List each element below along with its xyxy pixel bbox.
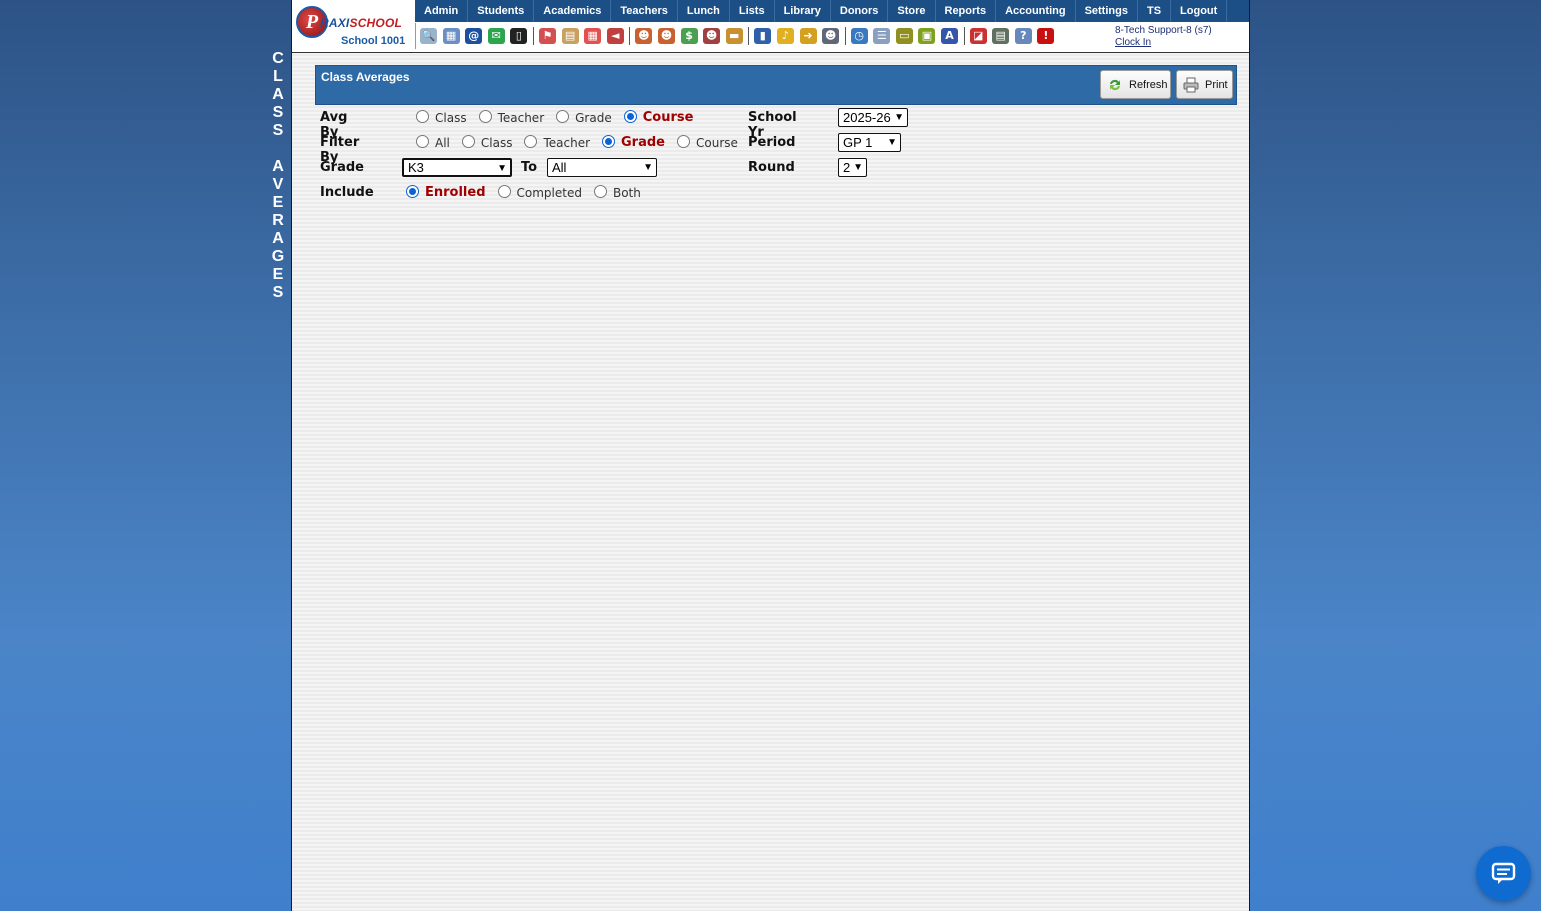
avg-by-course-radio[interactable] (623, 110, 637, 123)
grade-from-select[interactable]: K3 ▼ (402, 158, 512, 177)
toolbar-separator (748, 27, 750, 45)
nav-accounting[interactable]: Accounting (996, 0, 1076, 22)
arrow-icon[interactable]: ➜ (799, 28, 817, 44)
grade-label: Grade (320, 160, 364, 175)
nav-teachers[interactable]: Teachers (611, 0, 678, 22)
period-select[interactable]: GP 1 ▼ (838, 133, 901, 152)
nav-ts[interactable]: TS (1138, 0, 1172, 22)
phone-icon[interactable]: ▯ (510, 28, 528, 44)
avg-by-teacher-radio[interactable] (478, 110, 492, 123)
include-completed-radio[interactable] (497, 185, 511, 198)
clock-icon[interactable]: ◷ (850, 28, 868, 44)
nav-settings[interactable]: Settings (1076, 0, 1138, 22)
form-icon[interactable]: ▤ (561, 28, 579, 44)
nav-academics[interactable]: Academics (534, 0, 612, 22)
logo-wordmark: RAXISCHOOL (320, 16, 403, 30)
money-icon[interactable]: $ (680, 28, 698, 44)
main-nav: Admin Students Academics Teachers Lunch … (415, 0, 1249, 22)
nav-logout[interactable]: Logout (1171, 0, 1228, 22)
book-icon[interactable]: ▮ (754, 28, 772, 44)
user-name: 8-Tech Support-8 (s7) (1115, 25, 1212, 36)
filter-by-all-radio[interactable] (416, 135, 429, 148)
calendar-icon[interactable]: ▦ (584, 28, 602, 44)
user-info: 8-Tech Support-8 (s7) Clock In (1115, 25, 1212, 49)
grade-to-label: To (521, 160, 538, 175)
teacher-icon[interactable]: ☻ (657, 28, 675, 44)
nav-donors[interactable]: Donors (831, 0, 889, 22)
email-icon[interactable]: @ (465, 28, 483, 44)
toolbar-icons: 🔍 ▦ @ ✉ ▯ ⚑ ▤ ▦ ◄ ☻ ☻ $ ☻ ▬ ▮ ♪ ➜ ☻ ◷ ☰ ▭ ▣ A ◪ ▤?! (415, 23, 1115, 49)
list-icon[interactable]: ☰ (873, 28, 891, 44)
pdf-icon[interactable]: ◪ (969, 28, 987, 44)
round-select[interactable]: 2 ▼ (838, 158, 867, 177)
lunch-icon[interactable]: ▬ (725, 28, 743, 44)
filter-by-teacher-radio[interactable] (524, 135, 538, 148)
toolbar-separator (629, 27, 631, 45)
avg-by-grade-radio[interactable] (556, 110, 570, 123)
filter-by-class-radio[interactable] (461, 135, 475, 148)
calendar-grid-icon[interactable]: ▦ (442, 28, 460, 44)
refresh-icon (1107, 77, 1123, 93)
bookmark-icon[interactable]: ⚑ (538, 28, 556, 44)
cash-icon[interactable]: ▤ (992, 28, 1010, 44)
filter-by-grade-radio[interactable] (602, 135, 616, 148)
avg-by-class-radio[interactable] (416, 110, 429, 123)
section-title: Class Averages (321, 70, 410, 84)
school-yr-select[interactable]: 2025-26 ▼ (838, 108, 908, 127)
ap-icon[interactable]: A (941, 28, 959, 44)
filter-by-options: All Class Teacher Grade Course (412, 135, 746, 150)
megaphone-icon[interactable]: ◄ (606, 28, 624, 44)
toolbar-separator (963, 27, 965, 45)
nav-store[interactable]: Store (888, 0, 936, 22)
header: P RAXISCHOOL School 1001 Admin Students … (292, 0, 1249, 53)
include-label: Include (320, 185, 374, 200)
toolbar-separator (532, 27, 534, 45)
student-icon[interactable]: ☻ (635, 28, 653, 44)
school-name: School 1001 (341, 35, 406, 47)
search-icon[interactable]: 🔍 (420, 28, 437, 44)
nav-library[interactable]: Library (775, 0, 831, 22)
toolbar-separator (844, 27, 846, 45)
chat-widget-button[interactable] (1476, 846, 1531, 901)
round-label: Round (748, 160, 795, 175)
nav-reports[interactable]: Reports (936, 0, 997, 22)
include-options: Enrolled Completed Both (402, 185, 649, 200)
chat-bubble-icon (1491, 862, 1516, 884)
nav-lists[interactable]: Lists (730, 0, 775, 22)
avg-by-options: Class Teacher Grade Course (412, 110, 701, 125)
section-header: Class Averages Refresh Print (315, 65, 1237, 105)
help-icon[interactable]: ? (1014, 28, 1032, 44)
refresh-button[interactable]: Refresh (1100, 70, 1171, 99)
filter-by-course-radio[interactable] (677, 135, 690, 148)
nav-admin[interactable]: Admin (415, 0, 469, 22)
praxischool-logo[interactable]: P RAXISCHOOL School 1001 (294, 2, 412, 48)
print-button[interactable]: Print (1176, 70, 1233, 99)
users-icon[interactable]: ☻ (703, 28, 721, 44)
card-icon[interactable]: ▭ (895, 28, 913, 44)
printer-icon[interactable]: ▣ (918, 28, 936, 44)
person-icon[interactable]: ☻ (822, 28, 840, 44)
period-label: Period (748, 135, 796, 150)
nav-students[interactable]: Students (468, 0, 535, 22)
page-container: P RAXISCHOOL School 1001 Admin Students … (291, 0, 1250, 911)
include-both-radio[interactable] (593, 185, 607, 198)
side-page-title: C L A S S A V E R A G E S (271, 50, 285, 301)
grade-to-select[interactable]: All ▼ (547, 158, 657, 177)
clock-in-link[interactable]: Clock In (1115, 37, 1212, 49)
printer-icon (1183, 77, 1199, 93)
bell-icon[interactable]: ♪ (776, 28, 794, 44)
alert-icon[interactable]: ! (1037, 28, 1055, 44)
nav-lunch[interactable]: Lunch (678, 0, 730, 22)
include-enrolled-radio[interactable] (406, 185, 419, 198)
chat-icon[interactable]: ✉ (487, 28, 505, 44)
